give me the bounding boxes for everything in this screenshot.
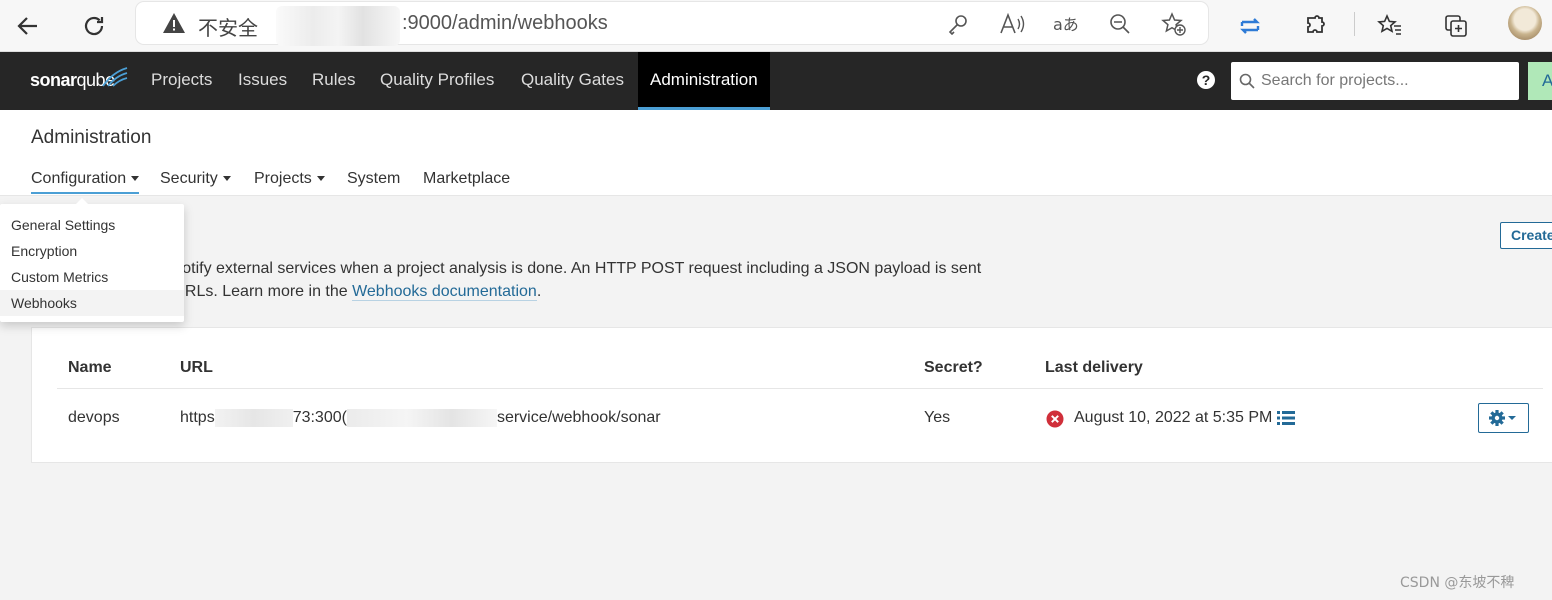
back-arrow-icon[interactable]	[10, 8, 46, 44]
nav-projects[interactable]: Projects	[151, 52, 212, 110]
refresh-icon[interactable]	[76, 8, 112, 44]
nav-issues[interactable]: Issues	[238, 52, 287, 110]
profile-avatar[interactable]	[1508, 6, 1542, 40]
caret-down-icon	[316, 176, 325, 182]
webhook-name: devops	[68, 409, 120, 426]
help-icon[interactable]: ?	[1196, 70, 1216, 90]
translate-icon[interactable]: aあ	[1052, 10, 1080, 38]
tab-security[interactable]: Security	[160, 170, 231, 188]
search-icon	[1239, 73, 1255, 89]
webhook-secret: Yes	[924, 409, 951, 426]
browser-toolbar: 不安全 :9000/admin/webhooks aあ	[0, 0, 1552, 52]
menu-item-general-settings[interactable]: General Settings	[0, 212, 184, 238]
nav-rules[interactable]: Rules	[312, 52, 355, 110]
nav-quality-gates[interactable]: Quality Gates	[521, 52, 624, 110]
key-icon[interactable]	[944, 10, 972, 38]
column-last-delivery: Last delivery	[1045, 359, 1143, 376]
redacted-url-part	[346, 409, 497, 427]
add-button[interactable]: A	[1528, 62, 1552, 100]
address-url: :9000/admin/webhooks	[402, 12, 608, 34]
search-input[interactable]	[1261, 62, 1511, 100]
nav-administration[interactable]: Administration	[638, 52, 770, 110]
menu-item-encryption[interactable]: Encryption	[0, 238, 184, 264]
webhooks-description: o notify external services when a projec…	[160, 260, 982, 301]
toolbar-separator	[1354, 12, 1355, 36]
top-navbar: sonarqube Projects Issues Rules Quality …	[0, 52, 1552, 110]
tab-configuration[interactable]: Configuration	[31, 170, 140, 194]
delivery-list-icon[interactable]	[1277, 410, 1295, 426]
tab-system[interactable]: System	[347, 170, 400, 188]
favorites-icon[interactable]	[1372, 8, 1408, 44]
error-status-icon	[1046, 410, 1064, 428]
webhook-url: https 73:300(service/webhook/sonar	[180, 409, 661, 427]
column-url: URL	[180, 359, 213, 376]
tab-projects[interactable]: Projects	[254, 170, 325, 188]
webhooks-table: Name URL Secret? Last delivery devops ht…	[31, 327, 1552, 463]
webhooks-doc-link[interactable]: Webhooks documentation	[352, 283, 537, 301]
warning-icon	[162, 12, 186, 39]
insecure-label: 不安全	[198, 16, 258, 40]
create-webhook-button[interactable]: Create	[1500, 222, 1552, 249]
configuration-dropdown: General Settings Encryption Custom Metri…	[0, 198, 184, 322]
search-box[interactable]	[1231, 62, 1519, 100]
sync-icon[interactable]	[1232, 8, 1268, 44]
address-bar[interactable]: 不安全 :9000/admin/webhooks aあ	[136, 2, 1208, 46]
menu-item-webhooks[interactable]: Webhooks	[0, 290, 184, 316]
read-aloud-icon[interactable]	[998, 10, 1026, 38]
extensions-icon[interactable]	[1298, 8, 1334, 44]
admin-header: Administration Configuration Security Pr…	[0, 110, 1552, 196]
tab-marketplace[interactable]: Marketplace	[423, 170, 510, 188]
redacted-host	[276, 6, 400, 46]
svg-text:?: ?	[1202, 72, 1211, 88]
column-secret: Secret?	[924, 359, 983, 376]
last-delivery-date: August 10, 2022 at 5:35 PM	[1074, 409, 1273, 426]
collections-icon[interactable]	[1438, 8, 1474, 44]
redacted-url-part	[214, 409, 293, 427]
gear-icon	[1489, 410, 1516, 426]
logo-waves-icon	[102, 67, 128, 87]
page-title: Administration	[31, 127, 152, 148]
column-name: Name	[68, 359, 112, 376]
caret-down-icon	[222, 176, 231, 182]
menu-item-custom-metrics[interactable]: Custom Metrics	[0, 264, 184, 290]
table-divider	[57, 388, 1543, 389]
caret-down-icon	[131, 176, 140, 182]
zoom-out-icon[interactable]	[1106, 10, 1134, 38]
add-favorite-icon[interactable]	[1160, 10, 1188, 38]
webhook-actions-button[interactable]	[1478, 403, 1529, 433]
svg-text:aあ: aあ	[1053, 15, 1079, 34]
watermark: CSDN @东坡不稗	[1400, 575, 1515, 591]
nav-quality-profiles[interactable]: Quality Profiles	[380, 52, 494, 110]
